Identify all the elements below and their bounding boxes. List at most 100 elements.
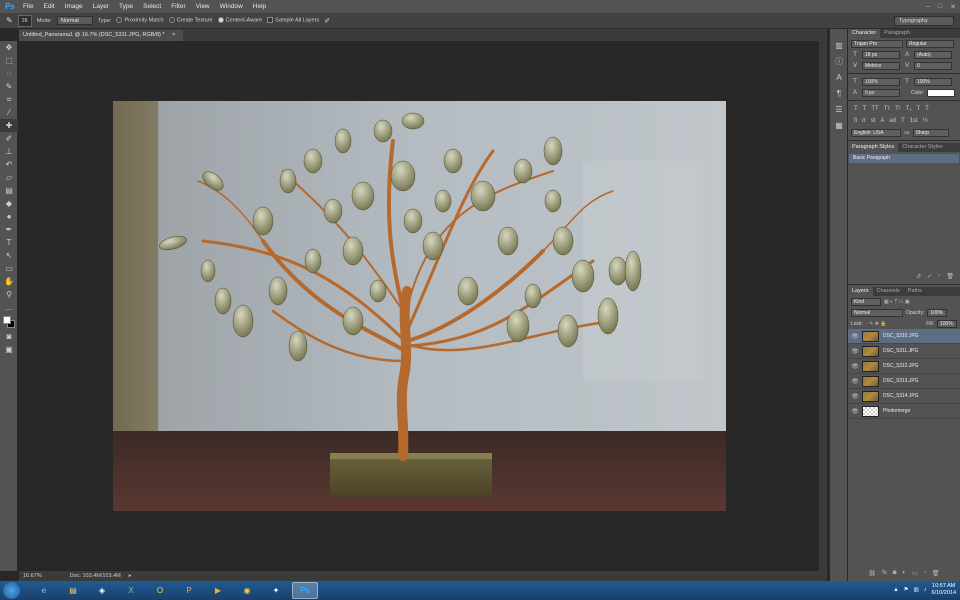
language-select[interactable]: English: USA [851, 128, 901, 137]
opacity-field[interactable]: 100% [927, 308, 948, 317]
radio-content-aware[interactable]: Content-Aware [217, 17, 262, 24]
quick-mask-icon[interactable]: ◙ [0, 330, 18, 343]
visibility-eye-icon[interactable]: 👁 [848, 348, 862, 355]
font-style-select[interactable]: Regular [906, 39, 954, 48]
healing-brush-tool-icon[interactable]: ✚ [0, 119, 18, 132]
eyedropper-tool-icon[interactable]: ⁄ [0, 106, 18, 119]
alternates-icon[interactable]: A [880, 118, 884, 124]
close-tab-icon[interactable]: × [172, 32, 175, 38]
powerpoint-icon[interactable]: P [176, 582, 202, 599]
media-player-icon[interactable]: ▶ [205, 582, 231, 599]
antialias-select[interactable]: Sharp [912, 128, 949, 137]
move-tool-icon[interactable]: ✥ [0, 41, 18, 54]
new-group-icon[interactable]: ▭ [912, 570, 918, 579]
redefine-icon[interactable]: ✓ [927, 273, 932, 282]
font-size-field[interactable]: 18 px [862, 50, 900, 59]
clock[interactable]: 10:57 AM 6/10/2014 [932, 583, 956, 597]
ligature-icon[interactable]: ﬁ [854, 118, 857, 124]
font-family-select[interactable]: Trajan Pro [851, 39, 903, 48]
app-icon[interactable]: ✦ [263, 582, 289, 599]
vertical-scale-field[interactable]: 100% [862, 77, 900, 86]
filter-icons[interactable]: ▦ ◐ T ▭ ▣ [884, 299, 910, 305]
zoom-level[interactable]: 16.67% [23, 573, 42, 579]
titling-icon[interactable]: ad [889, 118, 896, 124]
vertical-scrollbar[interactable] [819, 41, 827, 571]
close-icon[interactable]: ✕ [950, 3, 956, 11]
character-panel-icon[interactable]: A [830, 69, 848, 85]
document-image[interactable] [113, 101, 726, 511]
clone-stamp-tool-icon[interactable]: ⊥ [0, 145, 18, 158]
menu-edit[interactable]: Edit [38, 0, 59, 13]
shape-tool-icon[interactable]: ▭ [0, 262, 18, 275]
visibility-eye-icon[interactable]: 👁 [848, 408, 862, 415]
visibility-eye-icon[interactable]: 👁 [848, 393, 862, 400]
network-icon[interactable]: ▥ [914, 587, 919, 593]
menu-file[interactable]: File [18, 0, 38, 13]
all-caps-icon[interactable]: TT [871, 106, 878, 112]
styles-icon[interactable]: ☰ [830, 101, 848, 117]
tab-layers[interactable]: Layers [848, 287, 873, 296]
menu-filter[interactable]: Filter [166, 0, 190, 13]
info-icon[interactable]: ⓘ [830, 53, 848, 69]
layer-row[interactable]: 👁 DSC_5312.JPG [848, 359, 960, 374]
lock-icons[interactable]: ▫ ✎ ✥ 🔒 [866, 321, 887, 327]
ordinals-icon[interactable]: T [901, 118, 905, 124]
foreground-color-swatch[interactable] [3, 316, 11, 324]
menu-image[interactable]: Image [60, 0, 88, 13]
paragraph-panel-icon[interactable]: ¶ [830, 85, 848, 101]
history-icon[interactable]: ▥ [830, 37, 848, 53]
layer-row[interactable]: 👁 DSC_5311.JPG [848, 344, 960, 359]
gradient-tool-icon[interactable]: ▤ [0, 184, 18, 197]
underline-icon[interactable]: T [916, 106, 920, 112]
screen-mode-icon[interactable]: ▣ [0, 343, 18, 356]
start-button[interactable] [3, 582, 20, 599]
visibility-eye-icon[interactable]: 👁 [848, 378, 862, 385]
layer-row[interactable]: 👁 DSC_5313.JPG [848, 374, 960, 389]
tab-paragraph-styles[interactable]: Paragraph Styles [848, 143, 899, 152]
menu-view[interactable]: View [191, 0, 215, 13]
layer-kind-select[interactable]: Kind [851, 297, 881, 306]
layer-mask-icon[interactable]: ◙ [893, 570, 897, 579]
kerning-field[interactable]: Metrics [862, 61, 900, 70]
tool-presets-icon[interactable]: ▦ [830, 117, 848, 133]
visibility-eye-icon[interactable]: 👁 [848, 333, 862, 340]
radio-proximity-match[interactable]: Proximity Match [116, 17, 164, 24]
workspace-select[interactable]: Typography [894, 16, 954, 26]
path-select-tool-icon[interactable]: ↖ [0, 249, 18, 262]
layer-row[interactable]: 👁 DSC_5314.JPG [848, 389, 960, 404]
blur-tool-icon[interactable]: ◆ [0, 197, 18, 210]
faux-italic-icon[interactable]: T [863, 106, 867, 112]
layer-row[interactable]: 👁 DSC_5310.JPG [848, 329, 960, 344]
menu-layer[interactable]: Layer [88, 0, 114, 13]
layer-style-icon[interactable]: fx [882, 570, 887, 579]
leading-field[interactable]: (Auto) [914, 50, 952, 59]
tracking-field[interactable]: 0 [914, 61, 952, 70]
faux-bold-icon[interactable]: T [854, 106, 858, 112]
mode-select[interactable]: Normal [57, 16, 93, 25]
baseline-shift-field[interactable]: 0 px [862, 88, 900, 97]
link-layers-icon[interactable]: ⛓ [869, 570, 877, 579]
radio-create-texture[interactable]: Create Texture [168, 17, 213, 24]
excel-icon[interactable]: X [118, 582, 144, 599]
layer-row[interactable]: 👁 Photomerge [848, 404, 960, 419]
history-brush-tool-icon[interactable]: ↶ [0, 158, 18, 171]
quick-select-tool-icon[interactable]: ✎ [0, 80, 18, 93]
internet-explorer-icon[interactable]: e [31, 582, 57, 599]
subscript-icon[interactable]: T₁ [906, 106, 912, 112]
delete-layer-icon[interactable]: 🗑 [932, 570, 940, 579]
spot-healing-brush-icon[interactable]: ✎ [6, 16, 13, 25]
ftp-client-icon[interactable]: ◈ [89, 582, 115, 599]
file-explorer-icon[interactable]: ▤ [60, 582, 86, 599]
sample-all-layers-checkbox[interactable]: Sample All Layers [267, 17, 319, 24]
menu-window[interactable]: Window [215, 0, 248, 13]
new-layer-icon[interactable]: ▫ [924, 570, 926, 579]
status-menu-icon[interactable]: ▸ [129, 573, 132, 579]
visibility-eye-icon[interactable]: 👁 [848, 363, 862, 370]
type-tool-icon[interactable]: T [0, 236, 18, 249]
outlook-icon[interactable]: O [147, 582, 173, 599]
photoshop-taskbar-icon[interactable]: Ps [292, 582, 318, 599]
minimize-icon[interactable]: – [926, 3, 930, 10]
menu-type[interactable]: Type [114, 0, 138, 13]
flag-icon[interactable]: ⚑ [904, 587, 909, 593]
document-tab[interactable]: Untitled_Panorama1 @ 16.7% (DSC_5311.JPG… [19, 30, 184, 41]
